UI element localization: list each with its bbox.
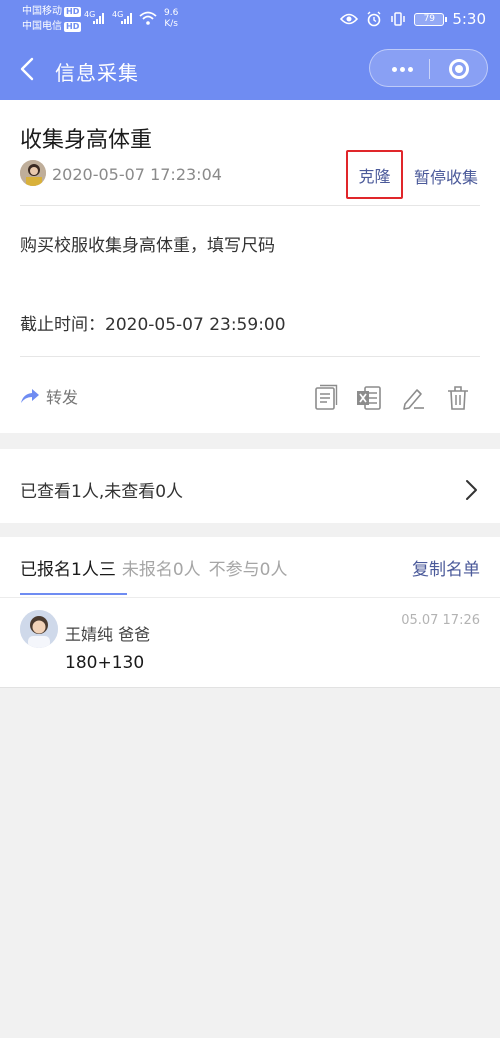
alarm-icon xyxy=(367,11,381,27)
wifi-icon xyxy=(139,11,157,25)
tab-declined[interactable]: 不参与0人 xyxy=(209,560,288,580)
post-description: 购买校服收集身高体重，填写尺码 xyxy=(20,236,275,256)
copy-list-button[interactable]: 复制名单 xyxy=(412,555,480,580)
close-miniprogram-button[interactable] xyxy=(434,50,484,88)
copy-document-icon[interactable] xyxy=(313,384,339,412)
clone-button[interactable]: 克隆 xyxy=(346,150,403,199)
signal-bars-icon xyxy=(93,12,104,24)
status-bar: 中国移动 HD 中国电信 HD 4G 4G 9.6 K/s 79 5:30 xyxy=(0,0,500,40)
network-speed: 9.6 K/s xyxy=(164,8,178,30)
tab-signed-tail: 三 xyxy=(98,560,116,580)
divider xyxy=(20,205,480,206)
more-dots-icon xyxy=(392,66,397,72)
author-photo xyxy=(20,160,46,186)
excel-export-icon[interactable] xyxy=(356,384,382,412)
more-dots-icon xyxy=(400,66,405,72)
pause-collection-button[interactable]: 暂停收集 xyxy=(414,164,478,188)
forward-label: 转发 xyxy=(46,388,79,407)
capsule-divider xyxy=(429,59,430,79)
more-menu-button[interactable] xyxy=(380,50,425,88)
carrier-2-name: 中国电信 xyxy=(22,21,62,32)
signup-tabs: 已报名1人三 未报名0人 不参与0人 xyxy=(20,555,287,580)
divider xyxy=(0,687,500,688)
divider xyxy=(0,597,500,598)
page-title: 信息采集 xyxy=(55,61,139,85)
carrier-1: 中国移动 HD xyxy=(22,6,82,18)
post-card: 收集身高体重 2020-05-07 17:23:04 克隆 暂停收集 购买校服收… xyxy=(0,100,500,433)
avatar xyxy=(20,610,58,648)
target-circle-icon xyxy=(449,59,469,79)
avatar xyxy=(20,160,46,186)
eye-icon xyxy=(340,13,359,25)
post-timestamp: 2020-05-07 17:23:04 xyxy=(52,165,222,184)
speed-value: 9.6 xyxy=(164,8,179,18)
clock: 5:30 xyxy=(452,10,486,28)
status-right: 79 5:30 xyxy=(340,10,486,28)
entry-name: 王婧纯 爸爸 xyxy=(65,625,151,644)
carrier-2: 中国电信 HD xyxy=(22,21,82,33)
edit-pencil-icon[interactable] xyxy=(400,384,426,412)
more-dots-icon xyxy=(408,66,413,72)
share-arrow-icon xyxy=(21,389,39,403)
back-arrow-icon[interactable] xyxy=(16,54,40,84)
navigation-bar: 信息采集 xyxy=(0,40,500,100)
carrier-1-name: 中国移动 xyxy=(22,6,62,17)
miniprogram-capsule xyxy=(369,49,488,87)
speed-unit: K/s xyxy=(164,19,178,29)
entry-time: 05.07 17:26 xyxy=(401,613,480,628)
tab-signed[interactable]: 已报名1人三 xyxy=(20,560,116,580)
entry-value: 180+130 xyxy=(65,653,145,673)
tab-signed-label: 已报名1人 xyxy=(20,560,99,580)
forward-button[interactable]: 转发 xyxy=(20,384,78,408)
entry-photo xyxy=(20,610,58,648)
view-status-row[interactable]: 已查看1人,未查看0人 xyxy=(0,449,500,523)
chevron-right-icon xyxy=(466,480,477,500)
vibrate-icon xyxy=(391,12,406,26)
active-tab-indicator xyxy=(20,593,127,595)
deadline-text: 截止时间：2020-05-07 23:59:00 xyxy=(20,315,286,335)
post-title: 收集身高体重 xyxy=(20,128,153,153)
hd-badge: HD xyxy=(64,7,82,17)
tab-unsigned[interactable]: 未报名0人 xyxy=(122,560,201,580)
divider xyxy=(20,356,480,357)
delete-trash-icon[interactable] xyxy=(445,384,471,412)
view-summary: 已查看1人,未查看0人 xyxy=(20,482,184,502)
hd-badge: HD xyxy=(64,22,82,32)
signup-card: 已报名1人三 未报名0人 不参与0人 复制名单 王婧纯 爸爸 05.07 17:26… xyxy=(0,537,500,688)
battery-icon: 79 xyxy=(414,12,448,26)
signal-bars-icon xyxy=(121,12,132,24)
